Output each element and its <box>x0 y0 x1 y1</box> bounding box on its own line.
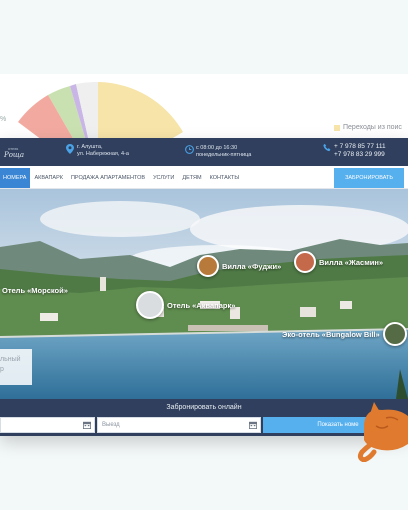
nav-item-kids[interactable]: ДЕТЯМ <box>178 168 205 188</box>
villa-jasmine-thumbnail <box>294 251 316 273</box>
percent-label: % <box>0 116 7 123</box>
hours-line-1: с 08:00 до 16:30 <box>196 145 238 151</box>
hours-block: с 08:00 до 16:30 понедельник-пятница <box>185 145 251 159</box>
side-card-line-1: льный <box>0 356 21 363</box>
pin-label: Эко-отель «Bungalow Bill» <box>282 329 380 339</box>
pin-label: Отель «Аквапарк» <box>167 300 236 310</box>
phone-block: + 7 978 85 77 111 +7 978 83 29 999 <box>323 143 386 159</box>
address-line-2: ул. Набережная, 4-а <box>77 151 129 157</box>
pin-hotel-morskoy[interactable]: Отель «Морской» <box>2 286 68 295</box>
pin-label: Отель «Морской» <box>2 286 68 295</box>
booking-title: Забронировать онлайн <box>166 404 242 411</box>
location-pin-icon <box>66 144 74 154</box>
pin-eco-hotel-bungalow-bill[interactable]: Эко-отель «Bungalow Bill» <box>282 322 407 346</box>
pin-villa-jasmine[interactable]: Вилла «Жасмин» <box>294 251 383 273</box>
site-header: отель Роща г. Алушта, ул. Набережная, 4-… <box>0 138 408 166</box>
checkin-field[interactable] <box>0 417 95 433</box>
legend-swatch <box>334 124 340 131</box>
checkout-field[interactable]: Выезд <box>97 417 261 433</box>
booking-bar: Забронировать онлайн Выезд Показать номе <box>0 399 408 436</box>
legend-label: Переходы из поис <box>343 124 402 131</box>
nav-item-services[interactable]: УСЛУГИ <box>149 168 178 188</box>
nav-item-contacts[interactable]: КОНТАКТЫ <box>206 168 244 188</box>
nav-item-apartments-sale[interactable]: ПРОДАЖА АПАРТАМЕНТОВ <box>67 168 149 188</box>
checkout-placeholder: Выезд <box>102 422 120 428</box>
cat-mascot-illustration <box>357 402 408 462</box>
address-block: г. Алушта, ул. Набережная, 4-а <box>66 144 129 158</box>
website-window: отель Роща г. Алушта, ул. Набережная, 4-… <box>0 138 408 436</box>
logo-text: Роща <box>4 151 25 159</box>
legend-item: Переходы из поис <box>334 124 402 131</box>
clock-icon <box>185 145 194 154</box>
calendar-icon[interactable] <box>83 421 91 431</box>
book-button[interactable]: ЗАБРОНИРОВАТЬ <box>334 168 404 188</box>
pin-label: Вилла «Жасмин» <box>319 257 384 267</box>
hotel-aquapark-thumbnail <box>136 291 164 319</box>
phone-icon <box>323 143 331 152</box>
side-card-fragment: льный р <box>0 349 32 385</box>
hours-line-2: понедельник-пятница <box>196 152 252 158</box>
calendar-icon[interactable] <box>249 421 257 431</box>
phone-number-1[interactable]: + 7 978 85 77 111 <box>334 143 386 151</box>
main-navigation: НОМЕРА АКВАПАРК ПРОДАЖА АПАРТАМЕНТОВ УСЛ… <box>0 168 408 189</box>
nav-item-rooms[interactable]: НОМЕРА <box>0 168 31 188</box>
villa-fuji-thumbnail <box>197 255 219 277</box>
pin-label: Вилла «Фуджи» <box>222 261 282 271</box>
bungalow-bill-thumbnail <box>382 322 407 346</box>
phone-number-2[interactable]: +7 978 83 29 999 <box>334 151 386 159</box>
address-line-1: г. Алушта, <box>77 144 103 150</box>
pin-villa-fuji[interactable]: Вилла «Фуджи» <box>197 255 281 277</box>
pin-hotel-aquapark[interactable]: Отель «Аквапарк» <box>136 291 235 319</box>
side-card-line-2: р <box>0 366 4 373</box>
site-logo[interactable]: отель Роща <box>4 147 24 159</box>
hero-panorama: Отель «Морской» Вилла «Фуджи» Вилла «Жас… <box>0 189 408 399</box>
nav-item-aquapark[interactable]: АКВАПАРК <box>30 168 66 188</box>
